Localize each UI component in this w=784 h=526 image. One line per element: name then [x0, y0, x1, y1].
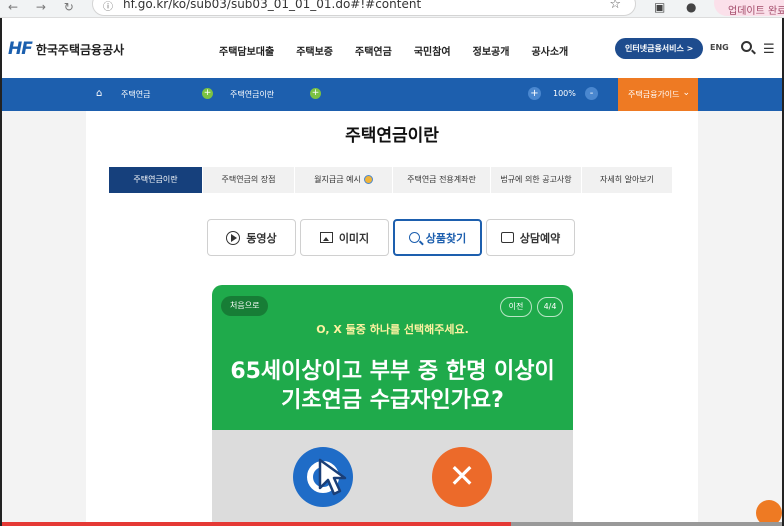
chat-icon	[500, 232, 514, 243]
question-line-2: 기초연금 수급자인가요?	[281, 388, 504, 413]
logo-text: 한국주택금융공사	[35, 42, 125, 57]
update-button[interactable]: 업데이트 완료	[714, 0, 784, 17]
product-search-button[interactable]: 상품찾기	[393, 219, 482, 256]
answer-no-button[interactable]: ✕	[432, 447, 492, 507]
medal-icon	[363, 175, 373, 184]
site-header: HF 한국주택금융공사 주택담보대출 주택보증 주택연금 국민참여 정보공개 공…	[0, 18, 784, 78]
video-progress-remaining	[511, 522, 784, 526]
video-progress-played	[0, 522, 511, 526]
gnb-item-pension[interactable]: 주택연금	[355, 43, 392, 58]
image-button[interactable]: 이미지	[300, 219, 389, 256]
internet-service-button[interactable]: 인터넷금융서비스 >	[615, 38, 703, 59]
gnb-item-guarantee[interactable]: 주택보증	[296, 43, 333, 58]
chevron-down-icon: ⌄	[682, 88, 690, 98]
search-icon[interactable]	[741, 41, 752, 52]
consult-button-label: 상담예약	[519, 231, 561, 245]
gnb-item-participation[interactable]: 국민참여	[414, 43, 451, 58]
breadcrumb-level2[interactable]: 주택연금이란	[230, 89, 274, 100]
previous-button[interactable]: 이전	[500, 297, 532, 317]
browser-toolbar: ← → ↻ ⓘ hf.go.kr/ko/sub03/sub03_01_01_01…	[0, 0, 784, 18]
sub-navigation-bar: ⌂ 주택연금 + 주택연금이란 + + 100% - 주택금융가이드 ⌄	[0, 78, 784, 111]
browser-nav: ← → ↻	[8, 0, 88, 18]
quiz-instruction: O, X 둘중 하나를 선택해주세요.	[316, 323, 469, 336]
bookmark-star-icon[interactable]: ☆	[609, 0, 621, 12]
gnb-item-about[interactable]: 공사소개	[531, 43, 568, 58]
image-icon	[319, 232, 333, 243]
breadcrumb-expand-icon[interactable]: +	[202, 88, 213, 99]
tab-what-is-pension[interactable]: 주택연금이란	[109, 167, 202, 193]
play-icon	[226, 230, 241, 245]
url-text: hf.go.kr/ko/sub03/sub03_01_01_01.do#!#co…	[123, 0, 422, 11]
back-to-start-button[interactable]: 처음으로	[221, 296, 269, 316]
main-nav: 주택담보대출 주택보증 주택연금 국민참여 정보공개 공사소개	[219, 43, 590, 58]
right-margin	[698, 111, 784, 526]
tab-learn-more[interactable]: 자세히 알아보기	[582, 167, 672, 193]
address-bar[interactable]: ⓘ hf.go.kr/ko/sub03/sub03_01_01_01.do#!#…	[92, 0, 636, 16]
quiz-card: 처음으로 이전 4/4 O, X 둘중 하나를 선택해주세요. 65세이상이고 …	[212, 285, 573, 526]
zoom-level: 100%	[553, 89, 576, 98]
guide-label: 주택금융가이드	[628, 90, 680, 99]
tab-legal-notices[interactable]: 법규에 의한 공고사항	[491, 167, 581, 193]
breadcrumb-level1[interactable]: 주택연금	[121, 89, 150, 100]
image-button-label: 이미지	[338, 231, 370, 245]
left-margin	[0, 111, 86, 526]
page-title: 주택연금이란	[345, 126, 439, 146]
content-tabs: 주택연금이란 주택연금의 장점 월지급금 예시 주택연금 전용계좌란 법규에 의…	[109, 167, 673, 193]
tab-monthly-example-label: 월지급금 예시	[314, 175, 361, 184]
gnb-item-disclosure[interactable]: 정보공개	[473, 43, 510, 58]
gnb-item-mortgage[interactable]: 주택담보대출	[219, 43, 274, 58]
site-logo[interactable]: HF 한국주택금융공사	[8, 39, 124, 59]
back-icon[interactable]: ←	[8, 0, 18, 14]
page-indicator: 4/4	[537, 297, 563, 317]
question-line-1: 65세이상이고 부부 중 한명 이상이	[230, 359, 555, 384]
zoom-in-button[interactable]: +	[528, 87, 541, 100]
logo-mark: HF	[8, 39, 33, 59]
zoom-out-button[interactable]: -	[585, 87, 598, 100]
account-icon[interactable]: ●	[686, 0, 696, 14]
site-info-icon[interactable]: ⓘ	[103, 0, 113, 13]
quiz-question: 65세이상이고 부부 중 한명 이상이 기초연금 수급자인가요?	[212, 357, 573, 415]
tab-monthly-example[interactable]: 월지급금 예시	[295, 167, 392, 193]
lang-english-link[interactable]: ENG	[710, 43, 729, 52]
tab-dedicated-account[interactable]: 주택연금 전용계좌란	[393, 167, 490, 193]
video-button-label: 동영상	[246, 231, 277, 245]
search-icon	[408, 232, 420, 243]
forward-icon[interactable]: →	[36, 0, 46, 14]
media-button-row: 동영상 이미지 상품찾기 상담예약	[207, 219, 579, 256]
video-button[interactable]: 동영상	[207, 219, 296, 256]
consult-reservation-button[interactable]: 상담예약	[486, 219, 575, 256]
extension-icon[interactable]: ▣	[654, 0, 665, 14]
menu-icon[interactable]: ☰	[763, 42, 775, 57]
breadcrumb-expand-icon[interactable]: +	[310, 88, 321, 99]
tab-advantages[interactable]: 주택연금의 장점	[203, 167, 294, 193]
housing-finance-guide-button[interactable]: 주택금융가이드 ⌄	[618, 78, 698, 111]
home-icon[interactable]: ⌂	[96, 88, 102, 99]
quiz-answer-area	[212, 430, 573, 526]
product-search-label: 상품찾기	[425, 231, 467, 245]
reload-icon[interactable]: ↻	[64, 0, 74, 14]
